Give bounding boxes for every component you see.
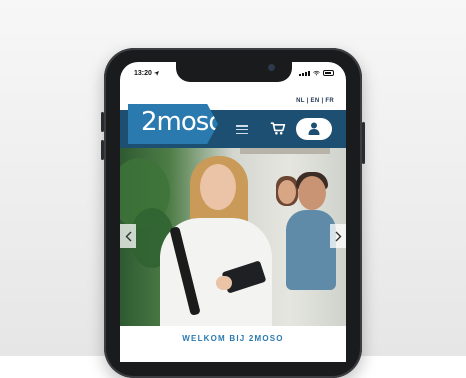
account-button[interactable] <box>296 118 332 140</box>
background-man-face <box>298 176 326 210</box>
phone-screen: 13:20 NL | EN | FR 2moso WELKOM BIJ 2MOS… <box>120 62 346 362</box>
battery-icon <box>323 70 334 76</box>
welcome-section: WELKOM BIJ 2MOSO <box>120 326 346 362</box>
language-switcher[interactable]: NL | EN | FR <box>296 98 334 104</box>
signal-icon <box>299 70 310 76</box>
user-icon <box>308 122 320 135</box>
site-header: 2moso <box>120 104 346 148</box>
volume-down-button <box>101 140 104 160</box>
location-arrow-icon <box>153 70 159 76</box>
woman-hand <box>216 276 232 290</box>
welcome-title: WELKOM BIJ 2MOSO <box>182 334 284 343</box>
power-button <box>362 122 365 164</box>
logo[interactable]: 2moso <box>128 104 218 144</box>
status-time: 13:20 <box>134 70 159 77</box>
chevron-right-icon <box>335 231 341 241</box>
chevron-left-icon <box>125 231 131 241</box>
status-icons <box>299 70 334 76</box>
menu-icon[interactable] <box>236 125 248 134</box>
carousel-prev-button[interactable] <box>120 224 136 248</box>
volume-up-button <box>101 112 104 132</box>
shelf-decoration <box>240 148 330 154</box>
front-camera <box>268 64 275 71</box>
woman-face <box>200 164 236 210</box>
background-person-face <box>278 180 296 204</box>
carousel-next-button[interactable] <box>330 224 346 248</box>
phone-notch <box>176 58 292 82</box>
logo-text: 2moso <box>141 107 224 137</box>
hero-carousel <box>120 148 346 326</box>
wifi-icon <box>313 70 320 76</box>
background-man <box>286 210 336 290</box>
cart-icon[interactable] <box>270 120 286 136</box>
